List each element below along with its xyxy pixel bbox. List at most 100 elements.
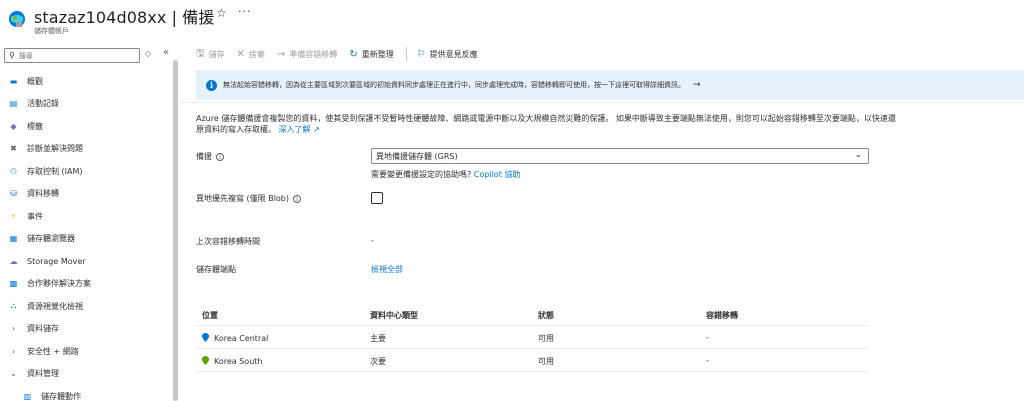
prepare-failover-button[interactable]: → 準備容錯移轉 bbox=[277, 49, 337, 60]
sidebar-item[interactable]: › 資料儲存 bbox=[0, 318, 168, 341]
discard-button[interactable]: ✕ 捨棄 bbox=[237, 49, 265, 60]
table-row: Korea Central 主要 可用 - bbox=[196, 326, 868, 349]
redundancy-label: 備援 i bbox=[196, 151, 224, 162]
sidebar: ⚲ ◇ « ▬ 概觀 ▤ 活動記錄 ◆ 標籤 ✖ 診斷並解決問題 ⚇ 存取控制 (IAM) ⛁ 資料移… bbox=[0, 44, 180, 401]
sidebar-item[interactable]: ⛁ 資料移轉 bbox=[0, 183, 168, 206]
sidebar-scrollbar[interactable] bbox=[173, 60, 178, 401]
info-banner[interactable]: i 無法起始容錯移轉，因為從主要區域到次要區域的初始資料同步處理正在進行中，同步… bbox=[196, 70, 1024, 100]
chevron-right-icon: › bbox=[11, 346, 16, 356]
refresh-icon: ↻ bbox=[349, 48, 358, 60]
sidebar-item[interactable]: ◆ 標籤 bbox=[0, 115, 168, 138]
failover-cell: - bbox=[706, 333, 709, 342]
location-cell: Korea Central bbox=[202, 333, 268, 343]
wrench-icon: ✖ bbox=[10, 144, 17, 154]
sidebar-item[interactable]: ✖ 診斷並解決問題 bbox=[0, 138, 168, 161]
column-header: 位置 bbox=[202, 311, 218, 320]
feedback-icon: ⚐ bbox=[416, 48, 426, 60]
people-icon: ⚇ bbox=[9, 166, 18, 176]
feedback-button[interactable]: ⚐ 提供意見反應 bbox=[417, 49, 478, 60]
tag-icon: ◆ bbox=[10, 121, 17, 131]
discard-label: 捨棄 bbox=[248, 49, 265, 59]
learn-more-label: 深入了解 bbox=[278, 125, 311, 134]
type-cell: 主要 bbox=[370, 334, 386, 343]
sidebar-item[interactable]: ▥ 儲存體動作 bbox=[0, 385, 168, 401]
sidebar-item[interactable]: ⌄ 資料管理 bbox=[0, 363, 168, 386]
failover-cell: - bbox=[706, 356, 709, 365]
sidebar-item-label: 儲存體動作 bbox=[41, 391, 81, 401]
chevron-down-icon: ⌄ bbox=[10, 369, 17, 379]
overview-icon: ▬ bbox=[9, 76, 18, 86]
sidebar-item-label: 合作夥伴解決方案 bbox=[27, 279, 91, 289]
save-button[interactable]: 🖫 儲存 bbox=[196, 46, 225, 63]
redundancy-description: Azure 儲存體備援會複製您的資料，使其受到保護不受暫時性硬體故障、網路或電源… bbox=[196, 113, 896, 135]
status-cell: 可用 bbox=[538, 334, 554, 343]
location-name: Korea Central bbox=[214, 334, 269, 343]
close-icon: ✕ bbox=[236, 48, 245, 60]
resource-type-label: 儲存體帳戶 bbox=[34, 27, 69, 35]
arrow-right-icon[interactable]: → bbox=[693, 80, 701, 90]
sidebar-item[interactable]: ⛬ 資源視覺化檢視 bbox=[0, 295, 168, 318]
sidebar-item[interactable]: ⚡ 事件 bbox=[0, 205, 168, 228]
refresh-label: 重新整理 bbox=[361, 49, 394, 59]
sidebar-item[interactable]: ▬ 概觀 bbox=[0, 70, 168, 93]
resource-visualizer-icon: ⛬ bbox=[10, 301, 17, 311]
map-pin-icon bbox=[202, 333, 209, 342]
map-pin-icon bbox=[202, 356, 209, 365]
chevron-right-icon: › bbox=[11, 324, 16, 334]
save-label: 儲存 bbox=[208, 49, 225, 59]
sidebar-nav: ▬ 概觀 ▤ 活動記錄 ◆ 標籤 ✖ 診斷並解決問題 ⚇ 存取控制 (IAM) ⛁ 資料移轉 ⚡ 事件 ▦ 儲… bbox=[0, 70, 168, 401]
divider bbox=[180, 102, 1024, 103]
more-icon[interactable]: ··· bbox=[238, 5, 252, 18]
sort-icon[interactable]: ◇ bbox=[145, 49, 151, 58]
arrow-right-icon: → bbox=[276, 48, 286, 60]
data-migration-icon: ⛁ bbox=[10, 189, 17, 199]
sidebar-item[interactable]: ☁ Storage Mover bbox=[0, 250, 168, 273]
toolbar-divider bbox=[405, 47, 407, 61]
column-header: 容錯移轉 bbox=[706, 311, 738, 320]
sidebar-item[interactable]: ▩ 合作夥伴解決方案 bbox=[0, 273, 168, 296]
sidebar-item-label: 儲存體瀏覽器 bbox=[27, 234, 75, 244]
storage-account-icon bbox=[9, 11, 25, 27]
sidebar-search[interactable]: ⚲ bbox=[4, 48, 140, 63]
info-icon[interactable]: i bbox=[293, 194, 302, 203]
location-cell: Korea South bbox=[202, 356, 262, 366]
sidebar-item-label: Storage Mover bbox=[27, 256, 86, 266]
search-input[interactable] bbox=[18, 51, 119, 60]
command-bar: 🖫 儲存 ✕ 捨棄 → 準備容錯移轉 ↻ 重新整理 ⚐ 提供意見反應 bbox=[196, 44, 490, 64]
search-icon: ⚲ bbox=[9, 51, 15, 60]
sidebar-item-label: 活動記錄 bbox=[27, 99, 59, 109]
lightning-icon: ⚡ bbox=[10, 211, 17, 221]
collapse-sidebar-icon[interactable]: « bbox=[163, 47, 169, 58]
sidebar-item-label: 資料儲存 bbox=[27, 324, 59, 334]
view-all-endpoints-link[interactable]: 檢視全部 bbox=[371, 264, 403, 275]
copilot-help-link[interactable]: Copilot 協助 bbox=[474, 170, 521, 179]
storage-endpoints-label: 儲存體端點 bbox=[196, 265, 236, 274]
type-cell: 次要 bbox=[370, 357, 386, 366]
star-icon[interactable]: ☆ bbox=[216, 6, 227, 20]
geo-priority-checkbox[interactable] bbox=[371, 192, 383, 204]
external-link-icon: ↗ bbox=[313, 125, 320, 134]
refresh-button[interactable]: ↻ 重新整理 bbox=[349, 49, 393, 60]
sidebar-item[interactable]: ▤ 活動記錄 bbox=[0, 93, 168, 116]
sidebar-item-label: 概觀 bbox=[27, 76, 43, 86]
table-header-row: 位置 資料中心類型 狀態 容錯移轉 bbox=[196, 303, 868, 326]
storage-browser-icon: ▦ bbox=[9, 234, 18, 244]
save-icon: 🖫 bbox=[196, 47, 205, 59]
sidebar-item[interactable]: ▦ 儲存體瀏覽器 bbox=[0, 228, 168, 251]
sidebar-item-label: 診斷並解決問題 bbox=[27, 144, 83, 154]
redundancy-dropdown[interactable]: 異地備援儲存體 (GRS) ⌄ bbox=[371, 148, 869, 164]
info-icon[interactable]: i bbox=[216, 152, 224, 161]
sidebar-item[interactable]: ⚇ 存取控制 (IAM) bbox=[0, 160, 168, 183]
column-header: 資料中心類型 bbox=[370, 311, 418, 320]
chevron-down-icon: ⌄ bbox=[854, 150, 862, 160]
storage-mover-icon: ☁ bbox=[9, 256, 18, 266]
locations-table: 位置 資料中心類型 狀態 容錯移轉 Korea Central 主要 可用 - Kore… bbox=[196, 303, 868, 372]
status-cell: 可用 bbox=[538, 357, 554, 366]
sidebar-item-label: 資源視覺化檢視 bbox=[27, 301, 83, 311]
redundancy-label-text: 備援 bbox=[196, 152, 212, 161]
sidebar-item-label: 資料管理 bbox=[27, 369, 59, 379]
sidebar-item[interactable]: › 安全性 + 網路 bbox=[0, 340, 168, 363]
learn-more-link[interactable]: 深入了解 ↗ bbox=[279, 125, 320, 134]
page-header: stazaz104d08xx | 備援 儲存體帳戶 ☆ ··· bbox=[0, 0, 1024, 44]
geo-priority-label-text: 異地優先複寫 (僅限 Blob) bbox=[196, 194, 290, 203]
